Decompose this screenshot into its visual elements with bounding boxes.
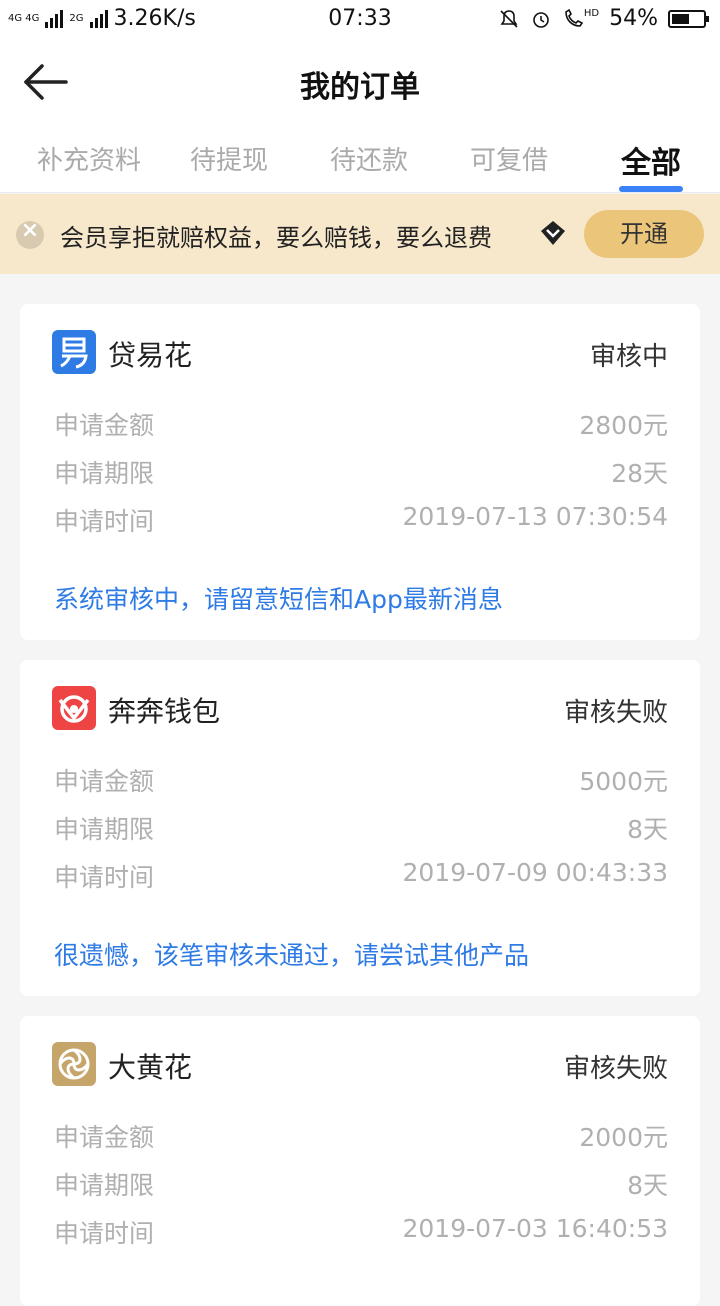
product-name: 贷易花 xyxy=(108,339,193,372)
status-badge: 审核失败 xyxy=(563,1054,668,1084)
term-value: 8天 xyxy=(627,1171,668,1200)
amount-label: 申请金额 xyxy=(54,767,155,796)
term-label: 申请期限 xyxy=(54,459,155,488)
time-value: 2019-07-13 07:30:54 xyxy=(402,502,668,531)
amount-row: 申请金额 2000元 xyxy=(54,1118,668,1152)
dahuanghua-logo-icon xyxy=(52,1042,96,1086)
status-right: HD 54% xyxy=(498,6,710,31)
diamond-icon xyxy=(541,221,565,245)
app-header: 我的订单 xyxy=(0,38,720,126)
amount-value: 2000元 xyxy=(579,1123,668,1152)
amount-row: 申请金额 2800元 xyxy=(54,406,668,440)
time-label: 申请时间 xyxy=(54,507,155,536)
term-value: 28天 xyxy=(611,459,668,488)
term-row: 申请期限 8天 xyxy=(54,1166,668,1200)
time-label: 申请时间 xyxy=(54,863,155,892)
term-value: 8天 xyxy=(627,815,668,844)
tab-pending-repay[interactable]: 待还款 xyxy=(299,140,439,177)
status-bar: 4G 4G 2G 3.26K/s 07:33 HD 54% xyxy=(0,0,720,38)
time-label: 申请时间 xyxy=(54,1219,155,1248)
time-row: 申请时间 2019-07-03 16:40:53 xyxy=(54,1214,668,1248)
time-value: 2019-07-09 00:43:33 xyxy=(402,858,668,887)
time-row: 申请时间 2019-07-13 07:30:54 xyxy=(54,502,668,536)
status-badge: 审核中 xyxy=(589,342,668,372)
tab-all[interactable]: 全部 xyxy=(581,138,720,182)
daiyihua-logo-icon xyxy=(52,330,96,374)
amount-row: 申请金额 5000元 xyxy=(54,762,668,796)
benben-wallet-logo-icon xyxy=(52,686,96,730)
alarm-icon xyxy=(533,11,549,28)
term-label: 申请期限 xyxy=(54,815,155,844)
order-card[interactable]: 贷易花 审核中 申请金额 2800元 申请期限 28天 申请时间 2019-07… xyxy=(20,304,700,640)
amount-value: 5000元 xyxy=(579,767,668,796)
amount-label: 申请金额 xyxy=(54,1123,155,1152)
battery-icon xyxy=(668,9,709,28)
status-badge: 审核失败 xyxy=(563,698,668,728)
activate-button[interactable]: 开通 xyxy=(584,210,704,258)
order-card[interactable]: 大黄花 审核失败 申请金额 2000元 申请期限 8天 申请时间 2019-07… xyxy=(20,1016,700,1306)
order-card[interactable]: 奔奔钱包 审核失败 申请金额 5000元 申请期限 8天 申请时间 2019-0… xyxy=(20,660,700,996)
active-tab-indicator xyxy=(619,186,683,192)
term-row: 申请期限 8天 xyxy=(54,810,668,844)
term-row: 申请期限 28天 xyxy=(54,454,668,488)
amount-value: 2800元 xyxy=(579,411,668,440)
hd-label: HD xyxy=(583,7,600,19)
order-tabs: 补充资料 待提现 待还款 可复借 全部 xyxy=(0,126,720,193)
close-icon[interactable] xyxy=(16,218,44,249)
membership-banner: 会员享拒就赔权益，要么赔钱，要么退费 开通 xyxy=(0,194,720,274)
term-label: 申请期限 xyxy=(54,1171,155,1200)
page-title: 我的订单 xyxy=(300,70,420,105)
tab-supplement-info[interactable]: 补充资料 xyxy=(19,140,159,177)
amount-label: 申请金额 xyxy=(54,411,155,440)
banner-text: 会员享拒就赔权益，要么赔钱，要么退费 xyxy=(60,224,492,252)
product-name: 奔奔钱包 xyxy=(108,695,221,728)
time-value: 2019-07-03 16:40:53 xyxy=(402,1214,668,1243)
silent-bell-icon xyxy=(500,9,518,28)
product-name: 大黄花 xyxy=(108,1051,193,1084)
tab-reborrow[interactable]: 可复借 xyxy=(439,140,579,177)
tab-pending-withdraw[interactable]: 待提现 xyxy=(159,140,299,177)
battery-percent: 54% xyxy=(609,6,658,31)
time-row: 申请时间 2019-07-09 00:43:33 xyxy=(54,858,668,892)
order-note: 很遗憾，该笔审核未通过，请尝试其他产品 xyxy=(54,941,530,970)
order-note: 系统审核中，请留意短信和App最新消息 xyxy=(54,585,503,614)
